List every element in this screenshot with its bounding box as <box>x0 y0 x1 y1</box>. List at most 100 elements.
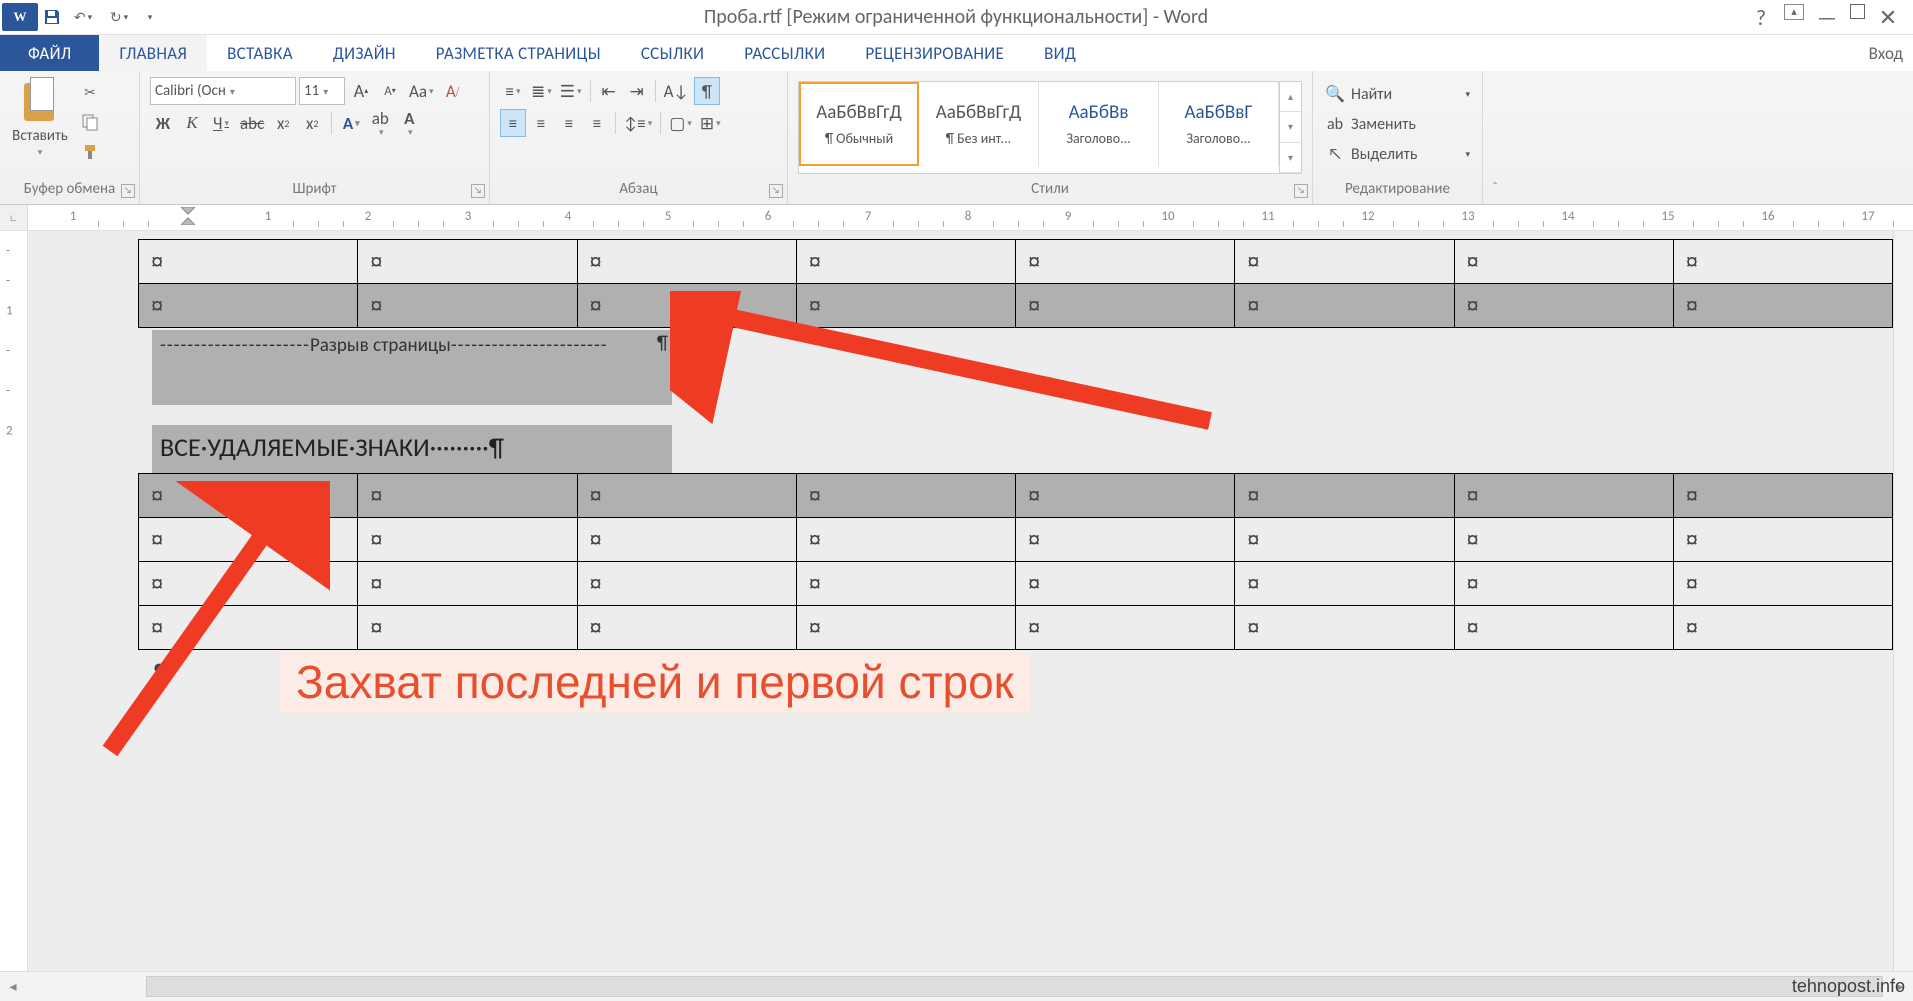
table-2[interactable]: ¤¤¤¤¤¤¤¤ ¤¤¤¤¤¤¤¤ ¤¤¤¤¤¤¤¤ ¤¤¤¤¤¤¤¤ <box>138 473 1893 650</box>
highlight-color-button[interactable]: ab▾ <box>367 109 393 137</box>
show-hide-button[interactable]: ¶ <box>694 77 720 105</box>
tab-design[interactable]: ДИЗАЙН <box>313 35 416 71</box>
style-item[interactable]: АаБбВвГгД¶ Обычный <box>799 82 919 166</box>
align-left-button[interactable]: ≡ <box>500 109 526 137</box>
font-name-combo[interactable]: Calibri (Осн▾ <box>150 77 296 105</box>
strikethrough-button[interactable]: abc <box>237 109 267 137</box>
collapse-ribbon-button[interactable]: ˆ <box>1483 71 1507 204</box>
multilevel-list-button[interactable]: ☰▾ <box>557 77 585 105</box>
shrink-font-button[interactable]: A▾ <box>377 77 403 105</box>
help-button[interactable]: ? <box>1750 4 1772 31</box>
style-item[interactable]: АаБбВвГЗаголово... <box>1159 82 1279 166</box>
close-button[interactable]: ✕ <box>1877 4 1899 31</box>
tab-layout[interactable]: РАЗМЕТКА СТРАНИЦЫ <box>416 35 621 71</box>
save-button[interactable] <box>40 3 64 31</box>
numbering-button[interactable]: ≣▾ <box>528 77 555 105</box>
change-case-button[interactable]: Aa▾ <box>406 77 437 105</box>
superscript-button[interactable]: x2 <box>299 109 325 137</box>
qat-customize-button[interactable]: ▾ <box>138 3 162 31</box>
window-controls: ? ▴ — ✕ <box>1750 4 1913 31</box>
document-area[interactable]: --1--2 ¤¤¤¤¤¤¤¤ ¤¤¤¤¤¤¤¤ ---------------… <box>0 231 1913 971</box>
underline-button[interactable]: Ч▾ <box>208 109 234 137</box>
minimize-button[interactable]: — <box>1816 4 1838 31</box>
find-button[interactable]: 🔍Найти ▾ <box>1319 79 1476 109</box>
styles-more-button[interactable]: ▴▾▾ <box>1279 82 1301 173</box>
ribbon: Вставить ▾ ✂ Буфер обмена↘ Calibri (Осн▾… <box>0 71 1913 205</box>
maximize-button[interactable] <box>1850 4 1865 19</box>
undo-button[interactable]: ↶ ▾ <box>66 3 100 31</box>
bullets-button[interactable]: ≡▾ <box>500 77 526 105</box>
group-label-paragraph: Абзац <box>619 180 657 198</box>
decrease-indent-button[interactable]: ⇤ <box>596 77 622 105</box>
subscript-button[interactable]: x2 <box>270 109 296 137</box>
font-color-button[interactable]: A▾ <box>396 109 422 137</box>
tab-view[interactable]: ВИД <box>1024 35 1096 71</box>
horizontal-ruler[interactable]: ∟ 11234567891011121314151617 <box>0 205 1913 231</box>
group-label-styles: Стили <box>1031 180 1069 198</box>
table-row[interactable]: ¤¤¤¤¤¤¤¤ <box>139 284 1893 328</box>
table-row[interactable]: ¤¤¤¤¤¤¤¤ <box>139 518 1893 562</box>
tab-insert[interactable]: ВСТАВКА <box>207 35 313 71</box>
format-painter-button[interactable] <box>76 139 104 165</box>
font-dialog-launcher[interactable]: ↘ <box>471 184 485 198</box>
scroll-left-button[interactable]: ◂ <box>0 972 26 1001</box>
borders-button[interactable]: ⊞▾ <box>697 109 724 137</box>
paste-button[interactable]: Вставить ▾ <box>6 75 74 180</box>
replace-button[interactable]: abЗаменить <box>1319 109 1476 139</box>
cut-button[interactable]: ✂ <box>76 79 104 105</box>
clipboard-dialog-launcher[interactable]: ↘ <box>121 184 135 198</box>
bold-button[interactable]: Ж <box>150 109 176 137</box>
table-row[interactable]: ¤¤¤¤¤¤¤¤ <box>139 562 1893 606</box>
styles-dialog-launcher[interactable]: ↘ <box>1294 184 1308 198</box>
ribbon-display-options-button[interactable]: ▴ <box>1784 4 1804 20</box>
ruler-number: 7 <box>865 209 872 224</box>
increase-indent-button[interactable]: ⇥ <box>624 77 650 105</box>
ruler-number: 1 <box>70 209 77 224</box>
italic-button[interactable]: К <box>179 109 205 137</box>
ruler-number: 8 <box>965 209 972 224</box>
word-app-icon: W <box>2 3 38 31</box>
tab-references[interactable]: ССЫЛКИ <box>621 35 724 71</box>
select-button[interactable]: ↖Выделить ▾ <box>1319 139 1476 169</box>
replace-icon: ab <box>1325 115 1345 134</box>
table-row[interactable]: ¤¤¤¤¤¤¤¤ <box>139 240 1893 284</box>
line-spacing-button[interactable]: ↕≡▾ <box>621 109 655 137</box>
copy-button[interactable] <box>76 109 104 135</box>
align-center-button[interactable]: ≡ <box>528 109 554 137</box>
scrollbar-thumb[interactable] <box>146 976 1883 997</box>
indent-marker[interactable] <box>181 207 195 225</box>
table-row[interactable]: ¤¤¤¤¤¤¤¤ <box>139 474 1893 518</box>
clear-formatting-button[interactable]: A⧸ <box>440 77 466 105</box>
font-size-combo[interactable]: 11▾ <box>299 77 345 105</box>
selected-heading: BCE·УДАЛЯЕМЫЕ·ЗНАКИ·········¶ <box>152 425 672 473</box>
shading-button[interactable]: ▢▾ <box>666 109 695 137</box>
grow-font-button[interactable]: A▴ <box>348 77 374 105</box>
title-bar: W ↶ ▾ ↻ ▾ ▾ Проба.rtf [Режим ограниченно… <box>0 0 1913 35</box>
tab-file[interactable]: ФАЙЛ <box>0 35 99 71</box>
page: ¤¤¤¤¤¤¤¤ ¤¤¤¤¤¤¤¤ ----------------------… <box>28 239 1893 688</box>
tab-home[interactable]: ГЛАВНАЯ <box>99 35 207 71</box>
sort-button[interactable]: A↓ <box>661 77 692 105</box>
sign-in-link[interactable]: Вход <box>1859 35 1913 71</box>
paragraph-dialog-launcher[interactable]: ↘ <box>769 184 783 198</box>
horizontal-scrollbar[interactable]: ◂ ▸ <box>0 971 1913 1001</box>
redo-button[interactable]: ↻ ▾ <box>102 3 136 31</box>
tab-review[interactable]: РЕЦЕНЗИРОВАНИЕ <box>845 35 1024 71</box>
tab-mailings[interactable]: РАССЫЛКИ <box>724 35 845 71</box>
ruler-number: 17 <box>1861 209 1874 224</box>
selected-paragraph <box>152 361 672 405</box>
table-row[interactable]: ¤¤¤¤¤¤¤¤ <box>139 606 1893 650</box>
vertical-scrollbar[interactable] <box>1893 231 1913 971</box>
vruler-mark: 1 <box>6 304 13 319</box>
ruler-number: 12 <box>1361 209 1374 224</box>
ruler-corner: ∟ <box>0 205 28 230</box>
ruler-number: 14 <box>1561 209 1574 224</box>
group-styles: АаБбВвГгД¶ ОбычныйАаБбВвГгД¶ Без инт...А… <box>788 71 1313 204</box>
style-item[interactable]: АаБбВвЗаголово... <box>1039 82 1159 166</box>
align-right-button[interactable]: ≡ <box>556 109 582 137</box>
table-1[interactable]: ¤¤¤¤¤¤¤¤ ¤¤¤¤¤¤¤¤ <box>138 239 1893 328</box>
vertical-ruler[interactable]: --1--2 <box>0 231 28 971</box>
style-item[interactable]: АаБбВвГгД¶ Без инт... <box>919 82 1039 166</box>
text-effects-button[interactable]: A▾ <box>338 109 364 137</box>
justify-button[interactable]: ≡ <box>584 109 610 137</box>
